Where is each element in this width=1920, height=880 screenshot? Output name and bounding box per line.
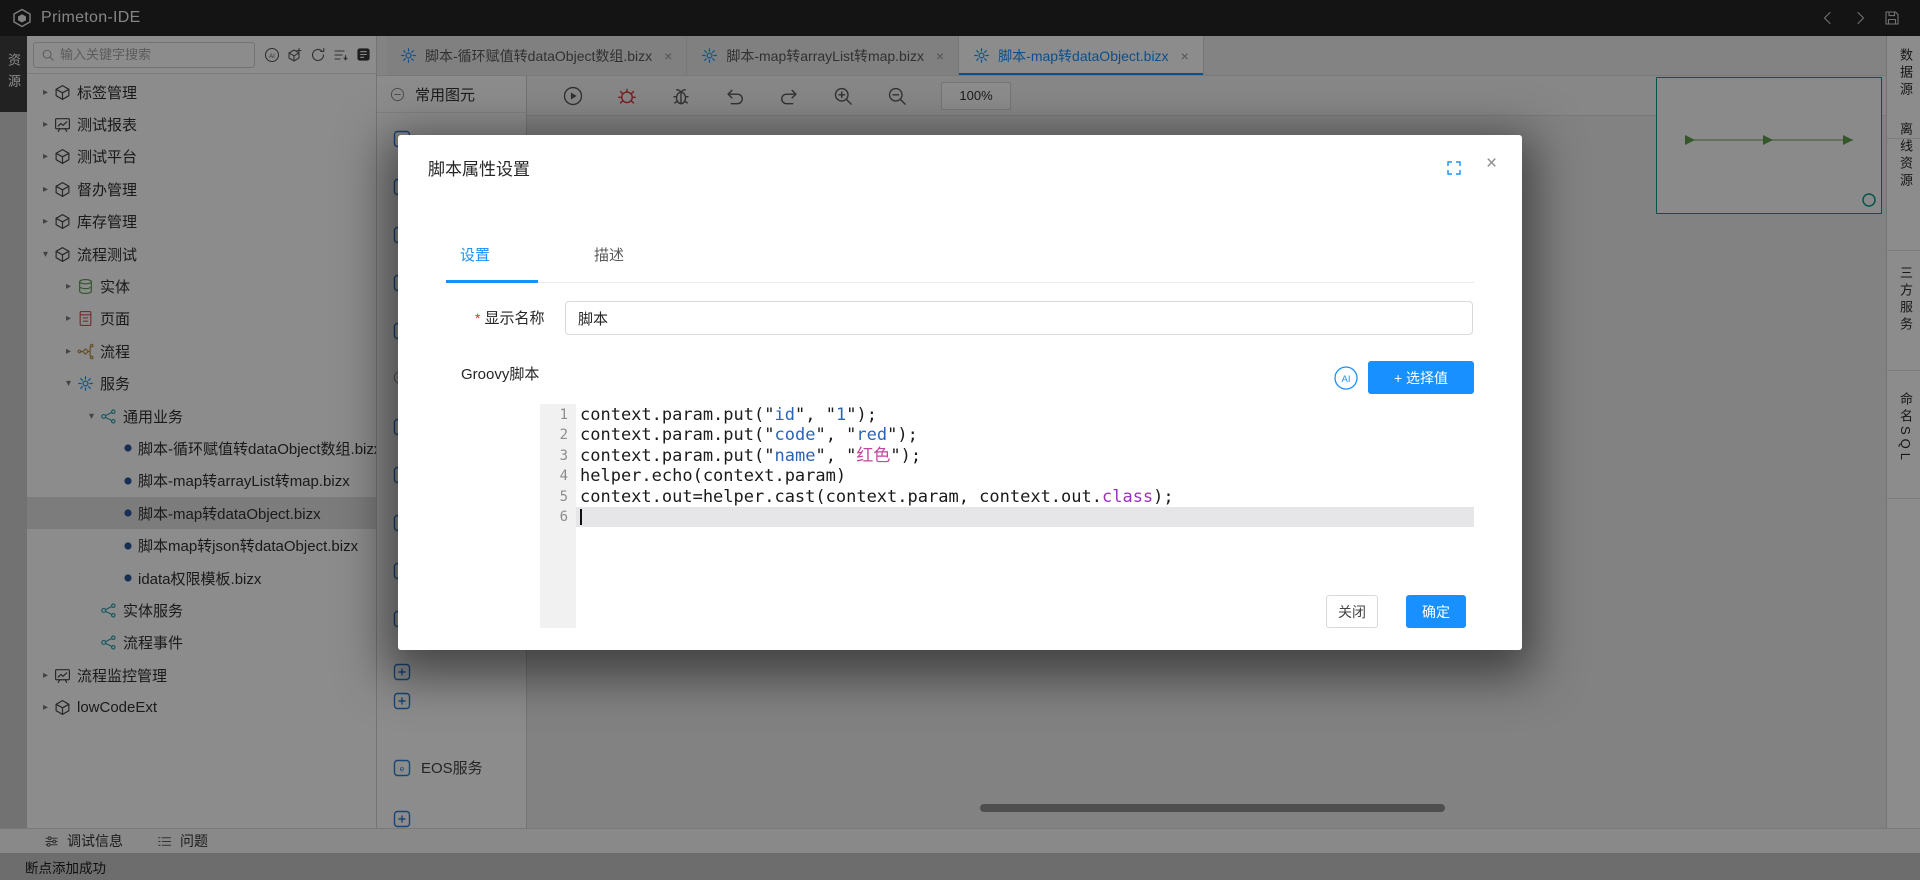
line-number: 4 xyxy=(540,466,576,486)
code-token: ); xyxy=(1153,487,1173,507)
code-token: context.param.put( xyxy=(580,405,764,425)
code-token: 红色 xyxy=(856,446,890,466)
dialog-title: 脚本属性设置 xyxy=(428,155,530,180)
code-token: ); xyxy=(897,425,917,445)
code-token: context.param.put( xyxy=(580,446,764,466)
tabs-divider xyxy=(446,282,1474,283)
groovy-script-label: Groovy脚本 xyxy=(461,363,539,384)
dialog-tab-1[interactable]: 设置 xyxy=(446,238,504,271)
code-token: helper.echo(context.param) xyxy=(580,466,846,486)
display-name-input[interactable] xyxy=(565,301,1473,335)
code-token: context.param.put( xyxy=(580,425,764,445)
close-button[interactable]: 关闭 xyxy=(1326,595,1378,628)
ok-button[interactable]: 确定 xyxy=(1406,595,1466,628)
select-value-button[interactable]: + 选择值 xyxy=(1368,361,1474,394)
line-number: 1 xyxy=(540,405,576,425)
code-token: " xyxy=(764,405,774,425)
code-token: " xyxy=(846,425,856,445)
line-number: 3 xyxy=(540,446,576,466)
code-token: context.out=helper.cast(context.param, c… xyxy=(580,487,1102,507)
dialog-tabs: 设置 描述 xyxy=(446,238,638,271)
code-token: " xyxy=(890,446,900,466)
code-token: class xyxy=(1102,487,1153,507)
code-token: name xyxy=(774,446,815,466)
field-label: 显示名称 xyxy=(484,307,544,328)
code-line-4[interactable]: helper.echo(context.param) xyxy=(576,466,1474,486)
code-token: " xyxy=(826,405,836,425)
line-number: 2 xyxy=(540,425,576,445)
required-asterisk: * xyxy=(475,310,480,326)
code-token: , xyxy=(805,405,825,425)
dialog-tab-2[interactable]: 描述 xyxy=(580,238,638,271)
code-token: id xyxy=(774,405,794,425)
code-token: ); xyxy=(856,405,876,425)
ai-assist-button[interactable]: AI xyxy=(1332,364,1359,391)
line-number: 6 xyxy=(540,507,576,527)
code-token: " xyxy=(887,425,897,445)
code-line-2[interactable]: context.param.put("code", "red"); xyxy=(576,425,1474,445)
code-line-3[interactable]: context.param.put("name", "红色"); xyxy=(576,446,1474,466)
code-token: " xyxy=(764,425,774,445)
code-line-6[interactable] xyxy=(576,507,1474,527)
code-token: " xyxy=(795,405,805,425)
dialog-footer: 关闭 确定 xyxy=(398,595,1522,628)
code-token: red xyxy=(856,425,887,445)
display-name-field-label: * 显示名称 xyxy=(475,307,544,328)
code-token: " xyxy=(815,425,825,445)
code-token: , xyxy=(826,446,846,466)
code-token: ); xyxy=(901,446,921,466)
script-properties-dialog: 脚本属性设置 × 设置 描述 * 显示名称 Groovy脚本 AI + 选择值 1… xyxy=(398,135,1522,650)
code-token: 1 xyxy=(836,405,846,425)
code-token: " xyxy=(815,446,825,466)
code-token: code xyxy=(774,425,815,445)
code-line-1[interactable]: context.param.put("id", "1"); xyxy=(576,405,1474,425)
svg-text:AI: AI xyxy=(1341,374,1350,385)
close-icon[interactable]: × xyxy=(1486,153,1497,175)
maximize-icon[interactable] xyxy=(1446,160,1462,176)
code-token: " xyxy=(846,405,856,425)
code-token: , xyxy=(826,425,846,445)
code-line-5[interactable]: context.out=helper.cast(context.param, c… xyxy=(576,487,1474,507)
line-number: 5 xyxy=(540,487,576,507)
text-cursor xyxy=(580,509,582,525)
active-tab-indicator xyxy=(446,280,538,283)
code-token: " xyxy=(764,446,774,466)
code-token: " xyxy=(846,446,856,466)
